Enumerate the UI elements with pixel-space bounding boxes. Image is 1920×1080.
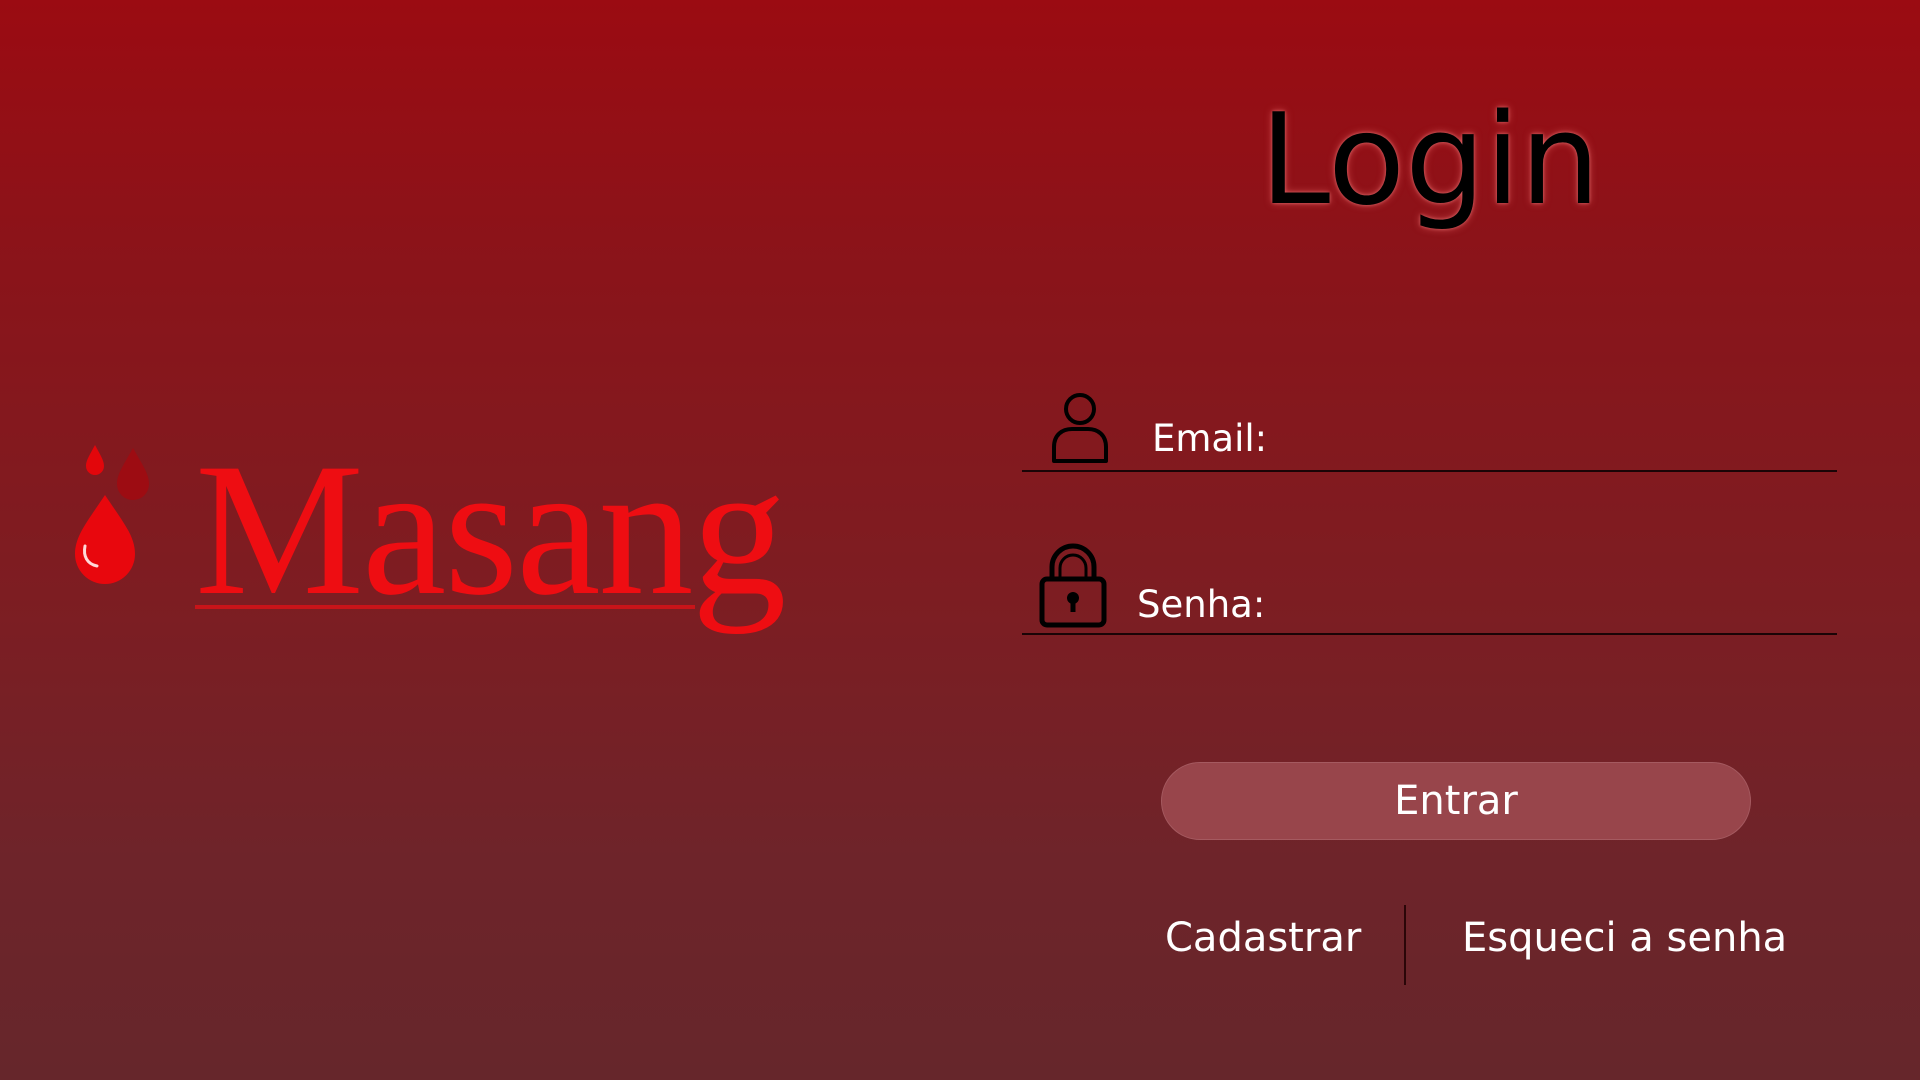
user-icon <box>1048 391 1112 465</box>
password-field: Senha: <box>1022 535 1837 635</box>
email-label: Email: <box>1152 417 1268 460</box>
links-divider <box>1404 905 1406 985</box>
password-label: Senha: <box>1137 583 1266 626</box>
password-input[interactable] <box>1272 569 1837 631</box>
login-button[interactable]: Entrar <box>1161 762 1751 840</box>
brand-logo: Masang <box>65 430 825 640</box>
lock-icon <box>1038 539 1108 629</box>
forgot-password-link[interactable]: Esqueci a senha <box>1462 908 1787 968</box>
email-field: Email: <box>1022 385 1837 472</box>
brand-underline <box>195 605 695 609</box>
page-title: Login <box>1260 86 1600 233</box>
email-input[interactable] <box>1272 407 1837 469</box>
brand-name: Masang <box>195 425 787 635</box>
blood-drops-icon <box>65 440 165 590</box>
register-link[interactable]: Cadastrar <box>1165 908 1361 968</box>
